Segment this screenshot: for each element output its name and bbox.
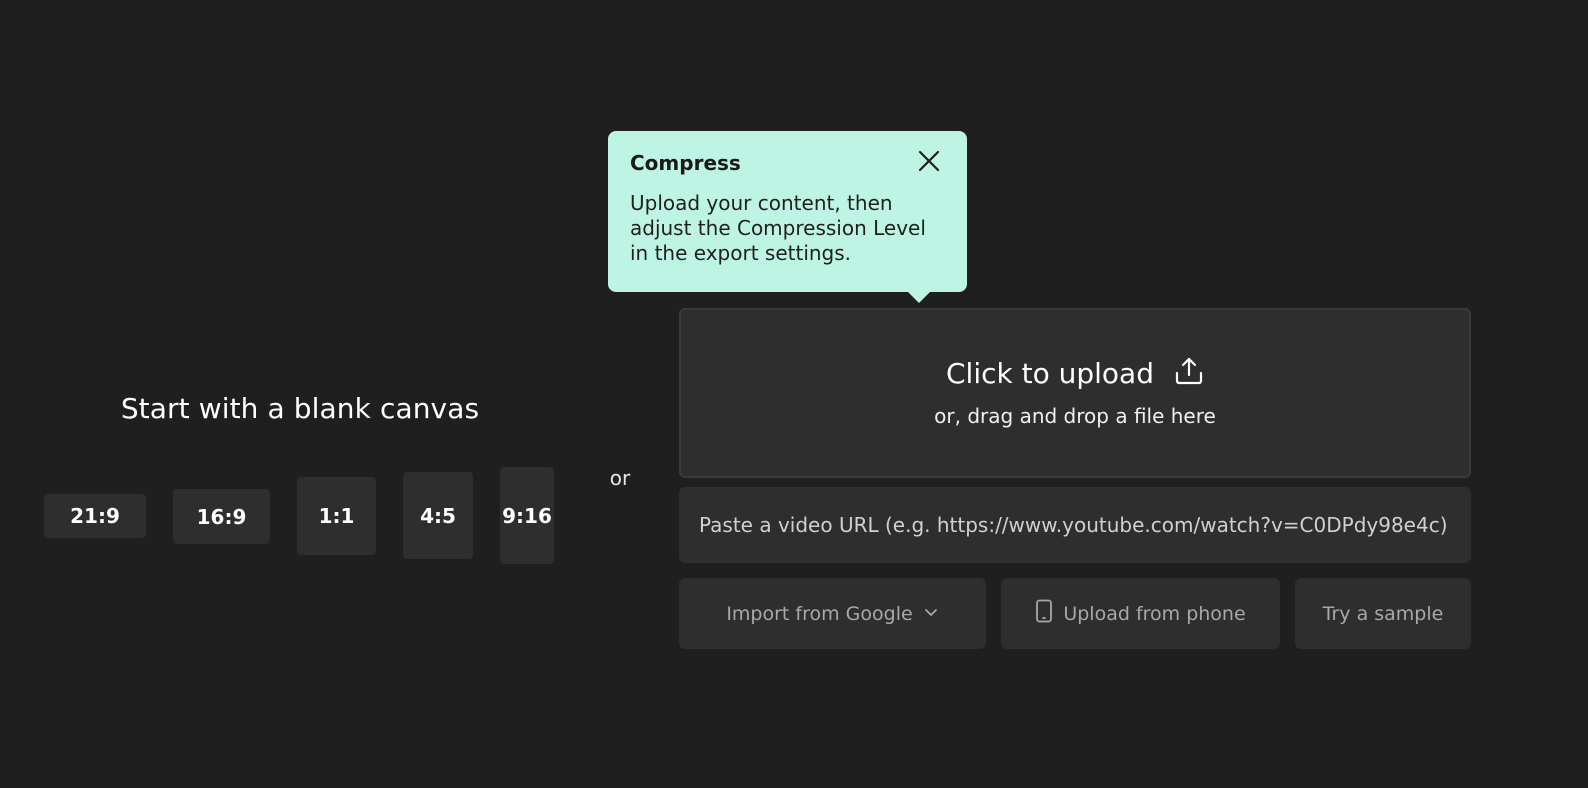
- video-url-input[interactable]: [679, 487, 1471, 563]
- compress-tooltip: Compress Upload your content, then adjus…: [608, 131, 967, 303]
- try-a-sample-button[interactable]: Try a sample: [1295, 578, 1471, 649]
- or-separator: or: [609, 466, 631, 490]
- upload-dropzone[interactable]: Click to upload or, drag and drop a file…: [679, 308, 1471, 478]
- import-from-google-label: Import from Google: [726, 602, 913, 625]
- upload-title: Click to upload: [946, 356, 1154, 390]
- upload-subtitle: or, drag and drop a file here: [934, 404, 1216, 428]
- phone-icon: [1035, 599, 1053, 628]
- tooltip-title: Compress: [630, 151, 741, 175]
- ratio-21-9-button[interactable]: 21:9: [44, 494, 146, 538]
- ratio-16-9-button[interactable]: 16:9: [173, 489, 270, 544]
- ratio-9-16-button[interactable]: 9:16: [500, 467, 554, 564]
- try-a-sample-label: Try a sample: [1322, 602, 1444, 625]
- ratio-4-5-button[interactable]: 4:5: [403, 472, 473, 559]
- import-from-google-button[interactable]: Import from Google: [679, 578, 986, 649]
- chevron-down-icon: [923, 603, 939, 625]
- ratio-1-1-button[interactable]: 1:1: [297, 477, 376, 555]
- upload-from-phone-button[interactable]: Upload from phone: [1001, 578, 1280, 649]
- upload-from-phone-label: Upload from phone: [1063, 602, 1246, 625]
- blank-canvas-title: Start with a blank canvas: [120, 392, 480, 425]
- close-icon[interactable]: [917, 149, 941, 173]
- tooltip-body: Upload your content, then adjust the Com…: [630, 191, 926, 265]
- upload-icon: [1174, 356, 1204, 390]
